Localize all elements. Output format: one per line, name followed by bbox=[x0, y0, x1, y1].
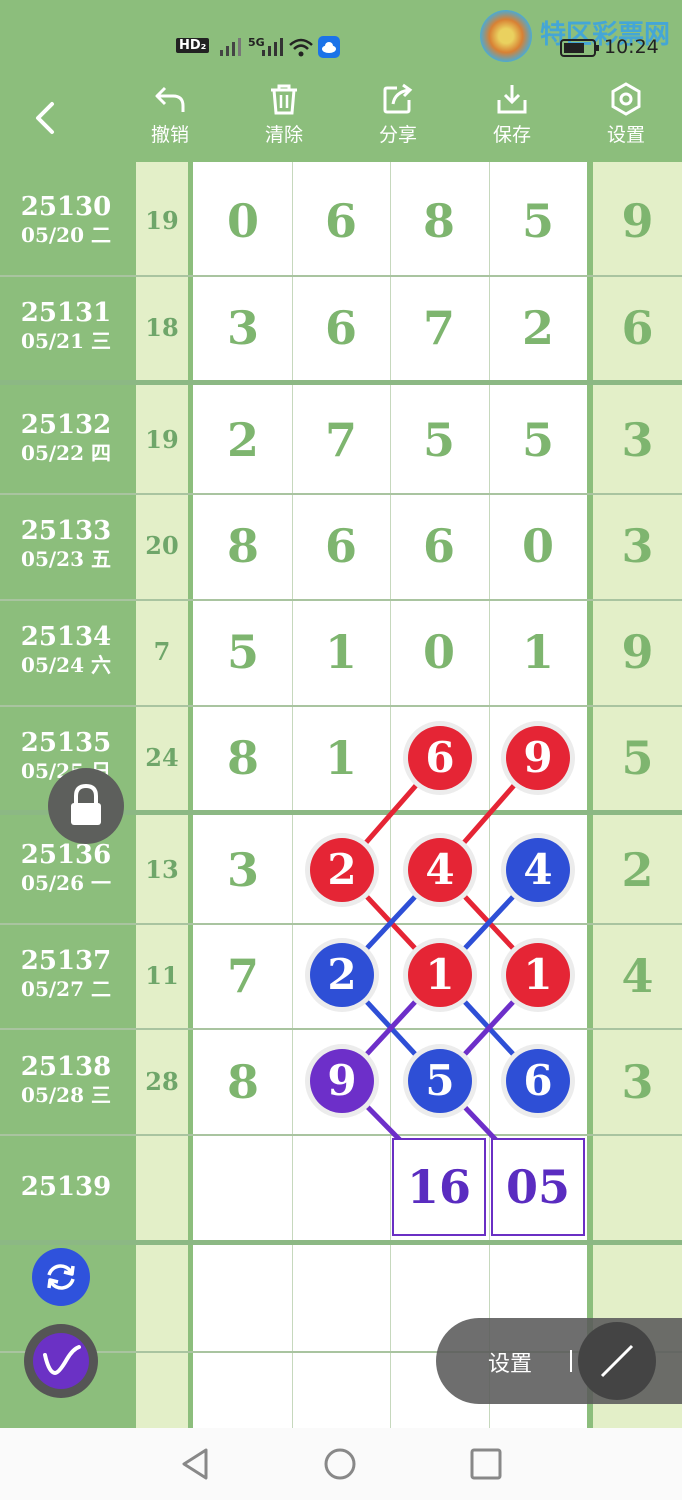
ball-blue[interactable]: 2 bbox=[310, 943, 374, 1007]
share-button[interactable]: 分享 bbox=[353, 74, 443, 162]
pen-stroke-icon bbox=[43, 1345, 81, 1376]
ball-red[interactable]: 2 bbox=[310, 838, 374, 902]
ball-red[interactable]: 9 bbox=[506, 726, 570, 790]
refresh-button[interactable] bbox=[32, 1248, 90, 1306]
settings-label: 设置 bbox=[606, 124, 645, 146]
recents-nav-icon[interactable] bbox=[468, 1446, 504, 1482]
result-box: 16 bbox=[392, 1138, 486, 1236]
refresh-icon bbox=[47, 1264, 75, 1290]
signal-5g-icon bbox=[262, 38, 283, 56]
clear-button[interactable]: 清除 bbox=[239, 74, 329, 162]
battery-icon bbox=[560, 39, 599, 57]
clear-label: 清除 bbox=[264, 124, 303, 146]
settings-button[interactable]: 设置 bbox=[581, 74, 671, 162]
ball-blue[interactable]: 6 bbox=[506, 1049, 570, 1113]
ball-red[interactable]: 1 bbox=[408, 943, 472, 1007]
undo-button[interactable]: 撤销 bbox=[125, 74, 215, 162]
line-tool-icon bbox=[600, 1344, 634, 1378]
ball-blue[interactable]: 5 bbox=[408, 1049, 472, 1113]
pen-button[interactable] bbox=[24, 1324, 98, 1398]
save-label: 保存 bbox=[492, 124, 531, 146]
save-button[interactable]: 保存 bbox=[467, 74, 557, 162]
home-nav-icon[interactable] bbox=[322, 1446, 358, 1482]
download-icon bbox=[497, 85, 527, 114]
signal-icon bbox=[220, 38, 241, 56]
ball-red[interactable]: 1 bbox=[506, 943, 570, 1007]
ball-purple[interactable]: 9 bbox=[310, 1049, 374, 1113]
chevron-left-icon bbox=[36, 102, 54, 134]
draw-tool-button[interactable] bbox=[578, 1322, 656, 1400]
gear-icon bbox=[611, 82, 641, 116]
ball-red[interactable]: 6 bbox=[408, 726, 472, 790]
trash-icon bbox=[271, 84, 297, 115]
floating-settings[interactable]: 设置 bbox=[436, 1318, 682, 1404]
status-bar: HD₂ 5G 特区彩票网 10:24 bbox=[0, 0, 682, 74]
back-nav-icon[interactable] bbox=[178, 1446, 214, 1482]
lock-button[interactable] bbox=[48, 768, 124, 844]
undo-label: 撤销 bbox=[150, 124, 189, 146]
navigation-bar bbox=[0, 1428, 682, 1500]
floating-settings-label: 设置 bbox=[488, 1352, 533, 1377]
share-icon bbox=[383, 83, 413, 114]
lock-icon bbox=[71, 783, 101, 825]
ball-red[interactable]: 4 bbox=[408, 838, 472, 902]
hd-badge: HD₂ bbox=[176, 38, 210, 53]
clock: 10:24 bbox=[604, 36, 659, 58]
result-box: 05 bbox=[491, 1138, 585, 1236]
ball-blue[interactable]: 4 bbox=[506, 838, 570, 902]
share-label: 分享 bbox=[378, 124, 417, 146]
toolbar: 撤销 清除 分享 保存 设置 bbox=[0, 74, 682, 162]
cloud-app-icon bbox=[318, 36, 340, 58]
back-button[interactable] bbox=[22, 96, 66, 140]
undo-icon bbox=[155, 86, 185, 112]
watermark-logo bbox=[480, 10, 532, 62]
wifi-icon bbox=[289, 38, 313, 57]
